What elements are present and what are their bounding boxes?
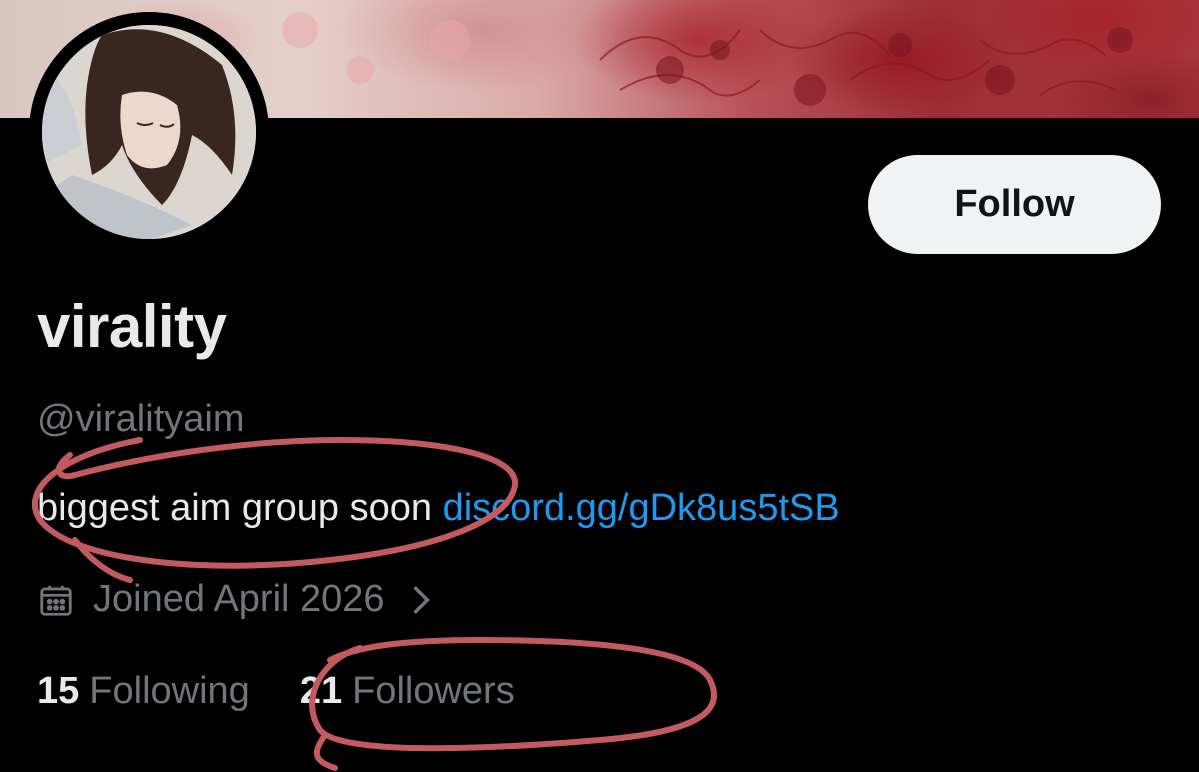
following-count: 15 [37, 670, 80, 712]
display-name: virality [37, 293, 227, 360]
follow-button[interactable]: Follow [868, 155, 1161, 254]
followers-label: Followers [352, 670, 515, 712]
followers-tail-annotation [313, 732, 338, 771]
joined-date[interactable]: Joined April 2026 [37, 578, 431, 621]
profile-bio: biggest aim group soon discord.gg/gDk8us… [37, 487, 840, 530]
follow-stats: 15 Following 21 Followers [37, 670, 515, 713]
user-handle: @viralityaim [37, 398, 245, 440]
profile-avatar[interactable] [29, 12, 269, 252]
calendar-icon [37, 581, 75, 619]
following-label: Following [89, 670, 250, 712]
bio-link[interactable]: discord.gg/gDk8us5tSB [443, 487, 840, 529]
avatar-image [42, 25, 256, 239]
chevron-right-icon[interactable] [411, 584, 431, 616]
bio-text: biggest aim group soon [37, 487, 443, 529]
joined-label: Joined April 2026 [93, 578, 385, 620]
following-link[interactable]: 15 Following [37, 670, 250, 713]
bio-tail-annotation [72, 537, 133, 583]
followers-link[interactable]: 21 Followers [300, 670, 515, 713]
followers-count: 21 [299, 670, 343, 712]
